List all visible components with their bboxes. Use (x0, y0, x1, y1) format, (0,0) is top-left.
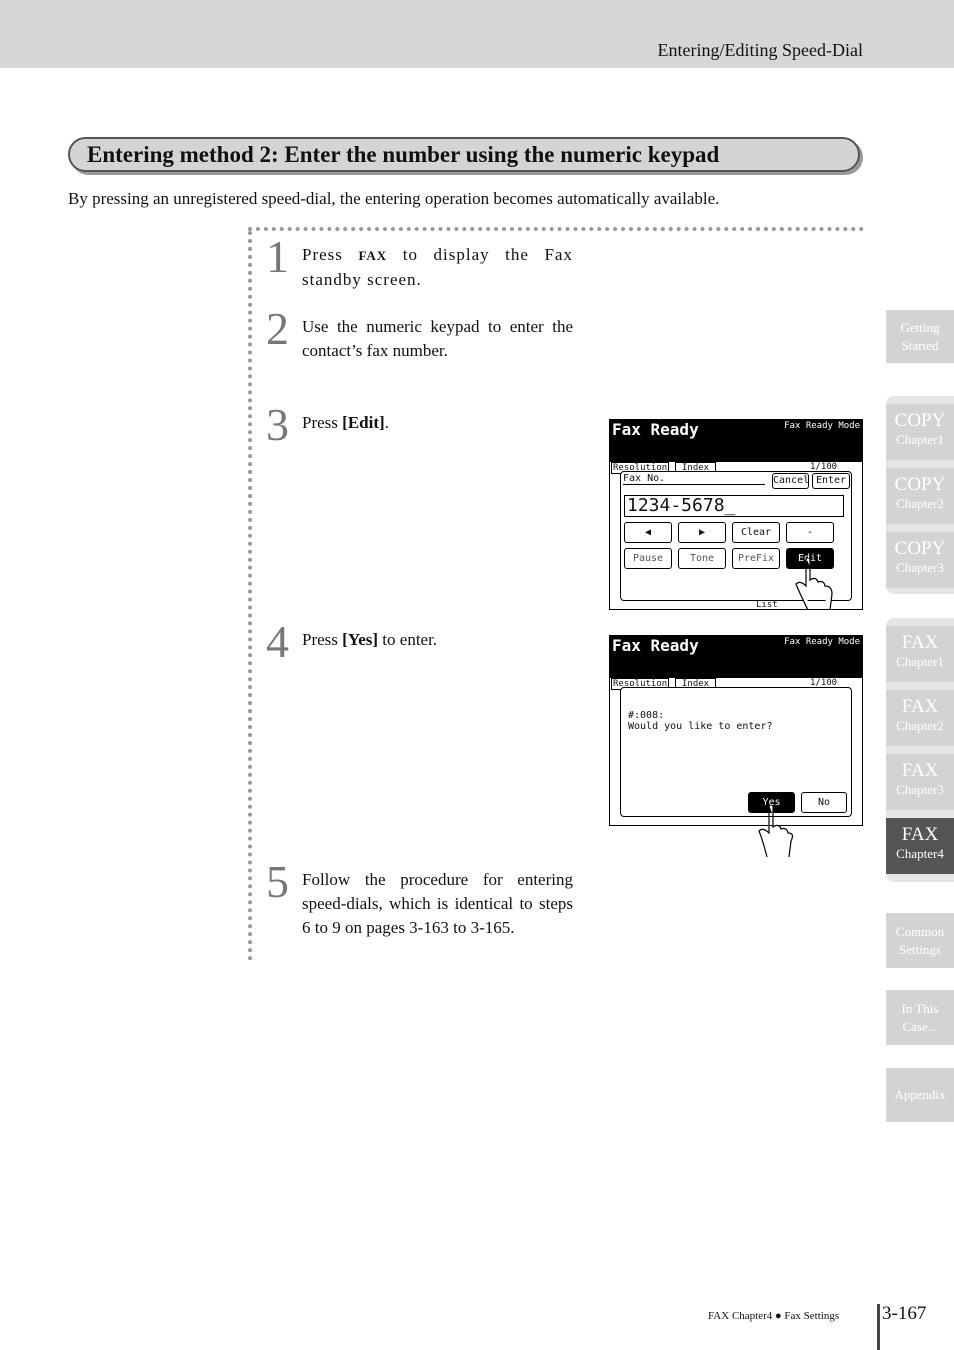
screen-title: Fax Ready (612, 420, 699, 439)
screen-mode: Fax Ready Mode (784, 421, 860, 431)
intro-text: By pressing an unregistered speed-dial, … (68, 189, 720, 208)
fax-key: FAX (358, 248, 388, 263)
fax-number-input[interactable]: 1234-5678_ (624, 495, 844, 517)
sidebar-tab-appendix[interactable]: Appendix (886, 1068, 954, 1122)
step-number: 2 (266, 303, 289, 354)
step-5-text: Follow the procedure for entering speed-… (302, 870, 573, 937)
prefix-button[interactable]: PreFix (732, 548, 780, 569)
step-number: 1 (266, 231, 289, 282)
divider (248, 231, 252, 961)
cursor-left-button[interactable]: ◀ (624, 522, 672, 543)
sidebar-tab-fax-chapter4[interactable]: FAX Chapter4 (886, 818, 954, 874)
page-number: 3-167 (882, 1303, 927, 1324)
step-number: 3 (266, 399, 289, 450)
confirm-dialog: #:008: Would you like to enter? Yes No (620, 687, 852, 817)
footer-breadcrumb: FAX Chapter4 ● Fax Settings (708, 1310, 840, 1322)
fax-screen-edit: Fax Ready Fax Ready Mode Resolution Index 1… (609, 419, 863, 610)
step-3-text: Press [Edit]. (302, 413, 389, 432)
enter-button[interactable]: Enter (812, 473, 850, 489)
list-tab[interactable]: List (756, 600, 778, 610)
divider (248, 227, 864, 231)
speed-dial-number: #:008: (628, 710, 665, 721)
pointing-hand-icon (795, 558, 833, 610)
section-title: Entering/Editing Speed-Dial (657, 40, 863, 60)
confirm-message: Would you like to enter? (628, 721, 773, 732)
sidebar-tab-fax-chapter2[interactable]: FAX Chapter2 (886, 690, 954, 746)
no-button[interactable]: No (801, 792, 847, 813)
clear-button[interactable]: Clear (732, 522, 780, 543)
dash-button[interactable]: - (786, 522, 834, 543)
sidebar-tab-copy-chapter2[interactable]: COPY Chapter2 (886, 468, 954, 524)
cancel-button[interactable]: Cancel (772, 473, 809, 489)
method-title-banner: Entering method 2: Enter the number usin… (68, 137, 860, 172)
pause-button[interactable]: Pause (624, 548, 672, 569)
page-number-bar (877, 1304, 880, 1350)
sidebar-tab-getting-started[interactable]: Getting Started (886, 310, 954, 363)
tone-button[interactable]: Tone (678, 548, 726, 569)
step-number: 5 (266, 856, 289, 907)
sidebar-tab-copy-chapter1[interactable]: COPY Chapter1 (886, 404, 954, 460)
step-1-text: Press FAX to display the Fax standby scr… (302, 245, 573, 289)
sidebar-tab-fax-chapter3[interactable]: FAX Chapter3 (886, 754, 954, 810)
cursor-right-button[interactable]: ▶ (678, 522, 726, 543)
screen-title: Fax Ready (612, 636, 699, 655)
sidebar-tab-fax-chapter1[interactable]: FAX Chapter1 (886, 626, 954, 682)
page-header: Entering/Editing Speed-Dial (0, 0, 954, 68)
sidebar-tab-in-this-case[interactable]: In This Case... (886, 990, 954, 1045)
fax-no-label: Fax No. (623, 473, 765, 485)
step-4-text: Press [Yes] to enter. (302, 630, 438, 649)
sidebar-tab-common-settings[interactable]: Common Settings (886, 913, 954, 968)
sidebar-tab-copy-chapter3[interactable]: COPY Chapter3 (886, 532, 954, 588)
step-number: 4 (266, 616, 289, 667)
method-title: Entering method 2: Enter the number usin… (87, 142, 720, 167)
pointing-hand-icon (758, 805, 794, 857)
step-2-text: Use the numeric keypad to enter the cont… (302, 317, 573, 360)
screen-mode: Fax Ready Mode (784, 637, 860, 647)
fax-screen-confirm: Fax Ready Fax Ready Mode Resolution Index 1… (609, 635, 863, 826)
